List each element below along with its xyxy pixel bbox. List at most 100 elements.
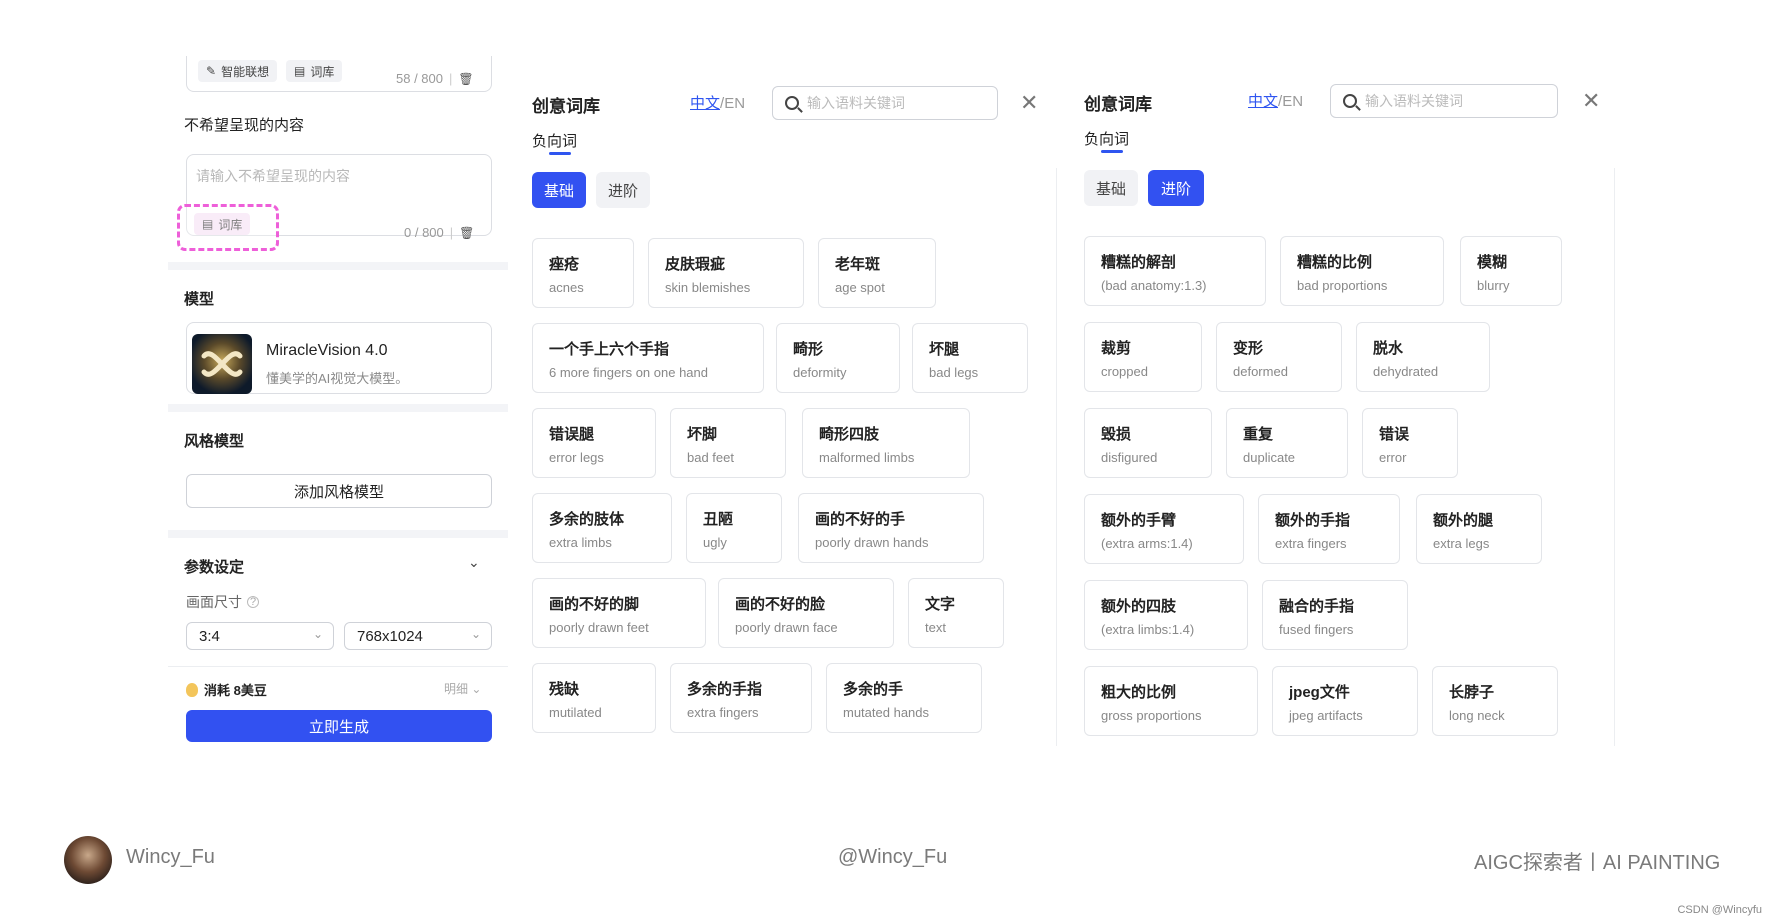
tag-card[interactable]: 额外的腿 extra legs xyxy=(1416,494,1542,564)
tag-zh: 皮肤瑕疵 xyxy=(665,256,726,273)
tag-en: mutilated xyxy=(549,705,602,720)
tag-zh: 畸形 xyxy=(793,341,824,358)
tag-card[interactable]: 坏腿 bad legs xyxy=(912,323,1028,393)
tag-zh: 毁损 xyxy=(1101,426,1132,443)
tag-zh: 文字 xyxy=(925,596,956,613)
tag-card[interactable]: 画的不好的脚 poorly drawn feet xyxy=(532,578,706,648)
tag-zh: 融合的手指 xyxy=(1279,598,1355,615)
tag-zh: 额外的腿 xyxy=(1433,512,1494,529)
model-logo-icon xyxy=(201,351,243,377)
tag-card[interactable]: 畸形 deformity xyxy=(776,323,900,393)
lexicon-search-input[interactable]: 输入语料关键词 xyxy=(772,86,998,120)
tag-card[interactable]: 额外的手臂 (extra arms:1.4) xyxy=(1084,494,1244,564)
tag-card[interactable]: 脱水 dehydrated xyxy=(1356,322,1490,392)
tag-card[interactable]: 多余的肢体 extra limbs xyxy=(532,493,672,563)
negative-counter: 0 / 800 | 🗑 xyxy=(404,225,474,240)
tag-card[interactable]: 一个手上六个手指 6 more fingers on one hand xyxy=(532,323,764,393)
lang-en[interactable]: EN xyxy=(724,95,745,112)
tag-zh: 残缺 xyxy=(549,681,580,698)
tag-en: ugly xyxy=(703,535,727,550)
tag-card[interactable]: 长脖子 long neck xyxy=(1432,666,1558,736)
tab-advanced[interactable]: 进阶 xyxy=(1148,170,1204,206)
close-icon[interactable]: ✕ xyxy=(1020,90,1038,116)
tag-card[interactable]: jpeg文件 jpeg artifacts xyxy=(1272,666,1418,736)
trash-icon[interactable]: 🗑 xyxy=(458,72,473,86)
tag-card[interactable]: 糟糕的比例 bad proportions xyxy=(1280,236,1444,306)
tag-card[interactable]: 裁剪 cropped xyxy=(1084,322,1202,392)
tag-card[interactable]: 粗大的比例 gross proportions xyxy=(1084,666,1258,736)
tag-card[interactable]: 丑陋 ugly xyxy=(686,493,782,563)
tag-card[interactable]: 错误 error xyxy=(1362,408,1458,478)
model-title: 模型 xyxy=(184,291,215,308)
lang-en[interactable]: EN xyxy=(1282,93,1303,110)
search-icon xyxy=(1343,94,1357,108)
lexicon-search-input[interactable]: 输入语料关键词 xyxy=(1330,84,1558,118)
tag-card[interactable]: 老年斑 age spot xyxy=(818,238,936,308)
tab-basic[interactable]: 基础 xyxy=(1084,170,1138,206)
lang-cn[interactable]: 中文 xyxy=(690,95,720,112)
author-name: Wincy_Fu xyxy=(126,846,215,868)
tag-zh: 痤疮 xyxy=(549,256,580,273)
tag-card[interactable]: 残缺 mutilated xyxy=(532,663,656,733)
language-switch[interactable]: 中文/EN xyxy=(690,92,745,113)
tag-card[interactable]: 画的不好的手 poorly drawn hands xyxy=(798,493,984,563)
tag-zh: 额外的手指 xyxy=(1275,512,1351,529)
tag-zh: 多余的手 xyxy=(843,681,904,698)
tag-en: (extra limbs:1.4) xyxy=(1101,622,1195,637)
author-handle: @Wincy_Fu xyxy=(838,846,948,868)
tag-card[interactable]: 糟糕的解剖 (bad anatomy:1.3) xyxy=(1084,236,1266,306)
language-switch[interactable]: 中文/EN xyxy=(1248,90,1303,111)
tag-card[interactable]: 重复 duplicate xyxy=(1226,408,1348,478)
help-icon[interactable]: ? xyxy=(247,596,259,608)
tag-card[interactable]: 画的不好的脸 poorly drawn face xyxy=(718,578,894,648)
smart-association-button[interactable]: ✎ 智能联想 xyxy=(198,60,278,82)
tab-advanced[interactable]: 进阶 xyxy=(596,172,650,208)
close-icon[interactable]: ✕ xyxy=(1582,88,1600,114)
tag-en: deformed xyxy=(1233,364,1288,379)
search-placeholder: 输入语料关键词 xyxy=(1365,93,1463,109)
tag-card[interactable]: 皮肤瑕疵 skin blemishes xyxy=(648,238,804,308)
tag-en: age spot xyxy=(835,280,885,295)
add-style-model-button[interactable]: 添加风格模型 xyxy=(186,474,492,508)
tag-card[interactable]: 错误腿 error legs xyxy=(532,408,656,478)
tag-en: fused fingers xyxy=(1279,622,1354,637)
tag-en: extra fingers xyxy=(1275,536,1347,551)
tag-zh: 坏腿 xyxy=(929,341,960,358)
tag-card[interactable]: 变形 deformed xyxy=(1216,322,1342,392)
chevron-down-icon[interactable]: ⌄ xyxy=(468,554,480,571)
prompt-lexicon-button[interactable]: ▤ 词库 xyxy=(286,60,343,82)
bean-icon xyxy=(186,682,198,697)
style-model-title: 风格模型 xyxy=(184,433,245,450)
tag-card[interactable]: 融合的手指 fused fingers xyxy=(1262,580,1408,650)
tag-card[interactable]: 额外的四肢 (extra limbs:1.4) xyxy=(1084,580,1248,650)
tag-card[interactable]: 多余的手指 extra fingers xyxy=(670,663,812,733)
generate-button[interactable]: 立即生成 xyxy=(186,710,492,742)
smart-association-label: 智能联想 xyxy=(221,64,270,79)
tag-card[interactable]: 痤疮 acnes xyxy=(532,238,634,308)
tab-basic[interactable]: 基础 xyxy=(532,172,586,208)
lexicon-panel-basic: 创意词库 中文/EN 输入语料关键词 ✕ 负向词 基础 进阶 痤疮 acnes 皮… xyxy=(508,66,1038,766)
lang-cn[interactable]: 中文 xyxy=(1248,93,1278,110)
tag-card[interactable]: 模糊 blurry xyxy=(1460,236,1562,306)
prompt-card: ✎ 智能联想 ▤ 词库 58 / 800 | 🗑 不希望呈现的内容 请输入不希望… xyxy=(168,56,508,262)
tag-card[interactable]: 文字 text xyxy=(908,578,1004,648)
tag-card[interactable]: 畸形四肢 malformed limbs xyxy=(802,408,970,478)
aspect-ratio-select[interactable]: 3:4 ⌄ xyxy=(186,622,334,650)
tab-negative-words[interactable]: 负向词 xyxy=(1084,128,1129,149)
tag-en: bad feet xyxy=(687,450,734,465)
tag-en: (extra arms:1.4) xyxy=(1101,536,1193,551)
tag-en: disfigured xyxy=(1101,450,1158,465)
tag-en: jpeg artifacts xyxy=(1289,708,1363,723)
tag-card[interactable]: 额外的手指 extra fingers xyxy=(1258,494,1400,564)
trash-icon[interactable]: 🗑 xyxy=(459,226,474,240)
tag-en: cropped xyxy=(1101,364,1148,379)
tag-card[interactable]: 多余的手 mutated hands xyxy=(826,663,982,733)
details-toggle[interactable]: 明细 ⌄ xyxy=(444,680,481,697)
model-description: 懂美学的AI视觉大模型。 xyxy=(266,371,409,386)
tag-zh: 丑陋 xyxy=(703,511,734,528)
tag-card[interactable]: 坏脚 bad feet xyxy=(670,408,786,478)
tab-negative-words[interactable]: 负向词 xyxy=(532,130,577,151)
resolution-select[interactable]: 768x1024 ⌄ xyxy=(344,622,492,650)
csdn-watermark: CSDN @Wincyfu xyxy=(1677,904,1762,916)
tag-card[interactable]: 毁损 disfigured xyxy=(1084,408,1212,478)
